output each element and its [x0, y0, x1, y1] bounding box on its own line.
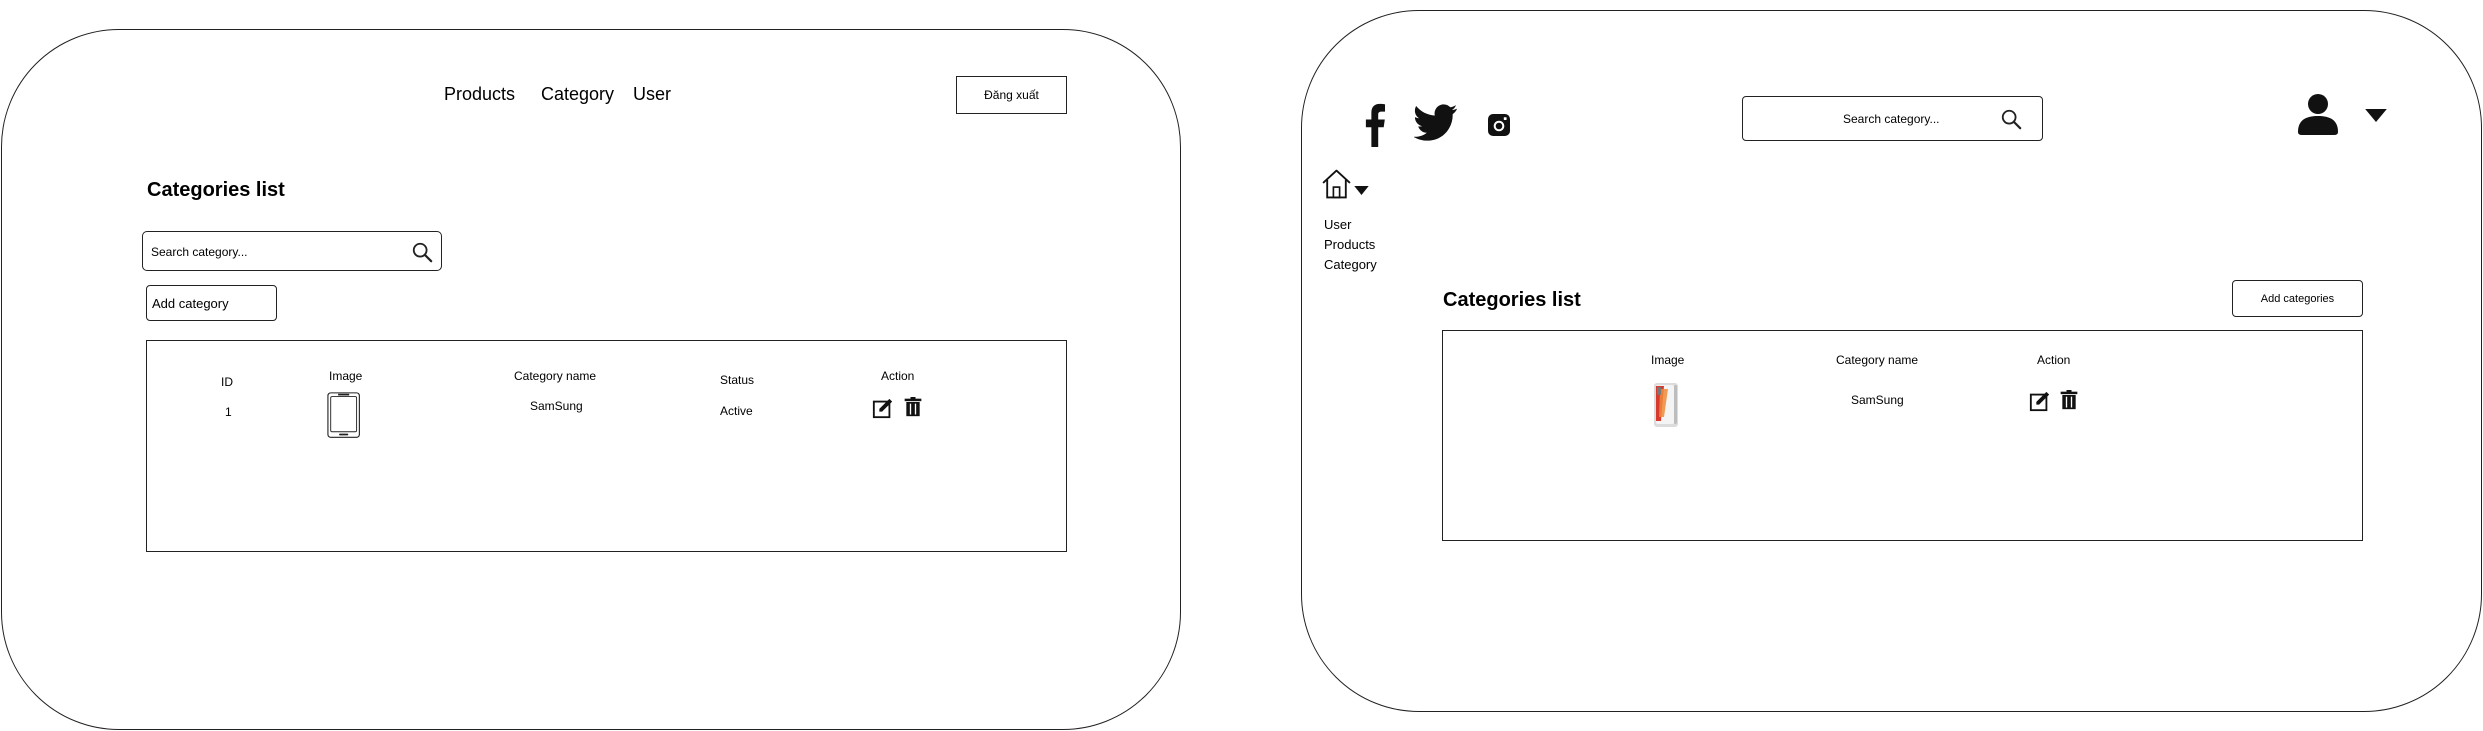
- add-category-button[interactable]: Add category: [146, 285, 277, 321]
- home-icon[interactable]: [1321, 168, 1352, 200]
- tablet-icon: [327, 392, 360, 438]
- table-header-image: Image: [1651, 353, 1685, 367]
- twitter-icon[interactable]: [1414, 104, 1458, 141]
- instagram-icon[interactable]: [1487, 113, 1511, 137]
- table-header-id: ID: [221, 375, 233, 389]
- delete-icon[interactable]: [2059, 390, 2079, 410]
- search-placeholder: Search category...: [151, 245, 248, 259]
- sidebar-item-products[interactable]: Products: [1324, 237, 1375, 252]
- row-id: 1: [225, 405, 232, 419]
- logout-button[interactable]: Đăng xuất: [956, 76, 1067, 114]
- page-title: Categories list: [1443, 289, 1581, 311]
- table-header-action: Action: [881, 369, 915, 383]
- categories-table: Image Category name Action SamSung: [1442, 330, 2363, 541]
- sidebar-item-user[interactable]: User: [1324, 217, 1351, 232]
- facebook-icon[interactable]: [1365, 103, 1387, 147]
- edit-icon[interactable]: [2029, 390, 2051, 412]
- row-status: Active: [720, 404, 753, 418]
- nav-category[interactable]: Category: [541, 84, 614, 105]
- nav-user[interactable]: User: [633, 84, 671, 105]
- delete-icon[interactable]: [903, 397, 923, 417]
- table-header-image: Image: [329, 369, 363, 383]
- row-category-name: SamSung: [1851, 393, 1904, 407]
- page-title: Categories list: [147, 179, 285, 201]
- header-search-placeholder: Search category...: [1843, 112, 1940, 126]
- search-icon[interactable]: [2000, 108, 2022, 130]
- add-categories-button[interactable]: Add categories: [2232, 280, 2363, 317]
- home-menu-chevron-down-icon[interactable]: [1354, 186, 1369, 195]
- nav-products[interactable]: Products: [444, 84, 515, 105]
- table-header-status: Status: [720, 373, 755, 387]
- search-icon[interactable]: [411, 241, 433, 263]
- table-row: 1 SamSung Active: [147, 391, 1066, 441]
- table-header-category-name: Category name: [514, 369, 597, 383]
- table-row: SamSung: [1443, 381, 2362, 431]
- table-header-action: Action: [2037, 353, 2071, 367]
- add-category-label: Add category: [152, 295, 229, 311]
- edit-icon[interactable]: [872, 397, 894, 419]
- search-input[interactable]: Search category...: [142, 231, 442, 271]
- header-search-input[interactable]: Search category...: [1742, 96, 2043, 141]
- add-categories-label: Add categories: [2260, 292, 2335, 305]
- user-menu-chevron-down-icon[interactable]: [2365, 109, 2387, 122]
- phone-image-icon: [1654, 383, 1678, 427]
- categories-table: ID Image Category name Status Action 1 S…: [146, 340, 1067, 552]
- sidebar-item-category[interactable]: Category: [1324, 257, 1377, 272]
- user-avatar-icon[interactable]: [2296, 92, 2340, 136]
- table-header-category-name: Category name: [1836, 353, 1919, 367]
- row-category-name: SamSung: [530, 399, 583, 413]
